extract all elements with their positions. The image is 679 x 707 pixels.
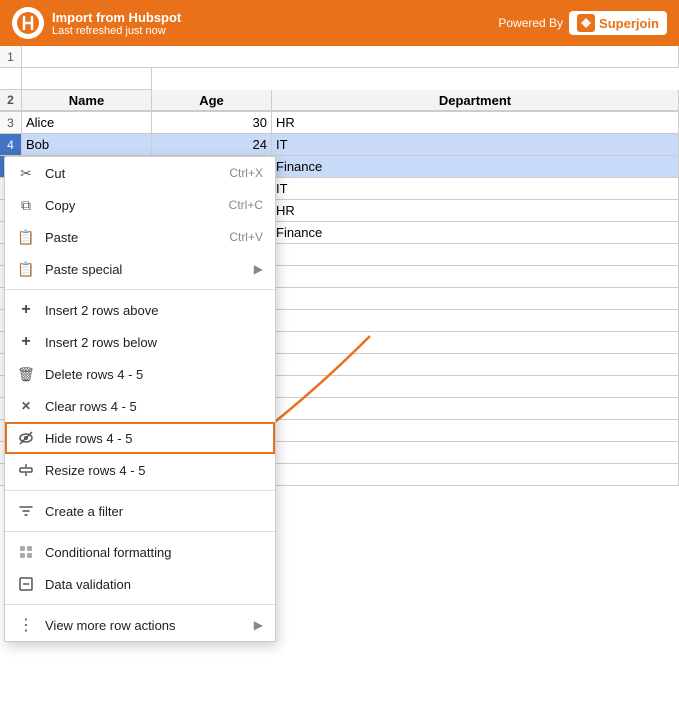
context-menu: ✂ Cut Ctrl+X ⧉ Copy Ctrl+C 📋 Paste Ctrl+… [4, 156, 276, 642]
menu-label-insert-above: Insert 2 rows above [45, 303, 263, 318]
col-header-age: Age [152, 90, 272, 112]
banner-right: Powered By Superjoin [498, 11, 667, 35]
separator-1 [5, 289, 275, 290]
menu-item-create-filter[interactable]: Create a filter [5, 495, 275, 527]
hide-icon [17, 429, 35, 447]
sheet-row-4: 4 Bob 24 IT [0, 134, 679, 156]
menu-item-resize-rows[interactable]: Resize rows 4 - 5 [5, 454, 275, 486]
menu-label-insert-below: Insert 2 rows below [45, 335, 263, 350]
menu-label-create-filter: Create a filter [45, 504, 263, 519]
menu-item-insert-above[interactable]: + Insert 2 rows above [5, 294, 275, 326]
cell-5-dept[interactable]: Finance [272, 156, 679, 178]
cell-3-dept[interactable]: HR [272, 112, 679, 134]
menu-label-conditional-formatting: Conditional formatting [45, 545, 263, 560]
submenu-arrow-paste-special: ▶ [254, 262, 263, 276]
menu-label-paste-special: Paste special [45, 262, 244, 277]
menu-label-data-validation: Data validation [45, 577, 263, 592]
menu-item-clear-rows[interactable]: ✕ Clear rows 4 - 5 [5, 390, 275, 422]
menu-item-paste-special[interactable]: 📋 Paste special ▶ [5, 253, 275, 285]
powered-by-label: Powered By [498, 16, 563, 30]
cell-1-age[interactable] [0, 68, 22, 90]
cell-7-dept[interactable]: HR [272, 200, 679, 222]
menu-label-delete-rows: Delete rows 4 - 5 [45, 367, 263, 382]
menu-item-insert-below[interactable]: + Insert 2 rows below [5, 326, 275, 358]
shortcut-copy: Ctrl+C [229, 198, 263, 212]
sheet-row-header: 2 Name Age Department [0, 90, 679, 112]
banner-left: Import from Hubspot Last refreshed just … [12, 7, 181, 39]
data-validation-icon [17, 575, 35, 593]
separator-3 [5, 531, 275, 532]
cell-3-age[interactable]: 30 [152, 112, 272, 134]
menu-label-cut: Cut [45, 166, 219, 181]
row-num-3: 3 [0, 112, 22, 134]
filter-icon [17, 502, 35, 520]
menu-item-paste[interactable]: 📋 Paste Ctrl+V [5, 221, 275, 253]
superjoin-logo: Superjoin [569, 11, 667, 35]
paste-icon: 📋 [17, 228, 35, 246]
menu-label-clear-rows: Clear rows 4 - 5 [45, 399, 263, 414]
row-num-1: 1 [0, 46, 22, 68]
menu-item-more-actions[interactable]: ⋮ View more row actions ▶ [5, 609, 275, 641]
menu-label-copy: Copy [45, 198, 219, 213]
clear-icon: ✕ [17, 397, 35, 415]
cell-1-name[interactable] [22, 46, 679, 68]
brand-name: Superjoin [599, 16, 659, 31]
banner-subtitle: Last refreshed just now [52, 25, 181, 37]
banner-title: Import from Hubspot [52, 10, 181, 25]
cell-4-dept[interactable]: IT [272, 134, 679, 156]
cell-1-dept[interactable] [22, 68, 152, 90]
col-header-dept: Department [272, 90, 679, 112]
menu-label-more-actions: View more row actions [45, 618, 244, 633]
delete-icon: 🗑 [17, 365, 35, 383]
shortcut-cut: Ctrl+X [229, 166, 263, 180]
more-actions-icon: ⋮ [17, 616, 35, 634]
paste-special-icon: 📋 [17, 260, 35, 278]
cell-4-age[interactable]: 24 [152, 134, 272, 156]
menu-item-hide-rows[interactable]: Hide rows 4 - 5 [5, 422, 275, 454]
menu-label-hide-rows: Hide rows 4 - 5 [45, 431, 263, 446]
separator-4 [5, 604, 275, 605]
sheet-row-1: 1 [0, 46, 679, 90]
menu-item-copy[interactable]: ⧉ Copy Ctrl+C [5, 189, 275, 221]
cell-3-name[interactable]: Alice [22, 112, 152, 134]
menu-item-delete-rows[interactable]: 🗑 Delete rows 4 - 5 [5, 358, 275, 390]
menu-label-resize-rows: Resize rows 4 - 5 [45, 463, 263, 478]
resize-icon [17, 461, 35, 479]
row-num-4: 4 [0, 134, 22, 156]
cut-icon: ✂ [17, 164, 35, 182]
sheet-row-3: 3 Alice 30 HR [0, 112, 679, 134]
row-num-2: 2 [0, 90, 22, 112]
cell-4-name[interactable]: Bob [22, 134, 152, 156]
spreadsheet-area: 1 2 Name Age Department 3 Alice 30 HR 4 … [0, 46, 679, 486]
cell-6-dept[interactable]: IT [272, 178, 679, 200]
col-header-name: Name [22, 90, 152, 112]
conditional-formatting-icon [17, 543, 35, 561]
menu-item-conditional-formatting[interactable]: Conditional formatting [5, 536, 275, 568]
menu-label-paste: Paste [45, 230, 219, 245]
menu-item-data-validation[interactable]: Data validation [5, 568, 275, 600]
banner-text: Import from Hubspot Last refreshed just … [52, 10, 181, 37]
menu-item-cut[interactable]: ✂ Cut Ctrl+X [5, 157, 275, 189]
copy-icon: ⧉ [17, 196, 35, 214]
submenu-arrow-more-actions: ▶ [254, 618, 263, 632]
insert-above-icon: + [17, 301, 35, 319]
insert-below-icon: + [17, 333, 35, 351]
cell-8-dept[interactable]: Finance [272, 222, 679, 244]
separator-2 [5, 490, 275, 491]
top-banner: Import from Hubspot Last refreshed just … [0, 0, 679, 46]
shortcut-paste: Ctrl+V [229, 230, 263, 244]
hubspot-logo [12, 7, 44, 39]
